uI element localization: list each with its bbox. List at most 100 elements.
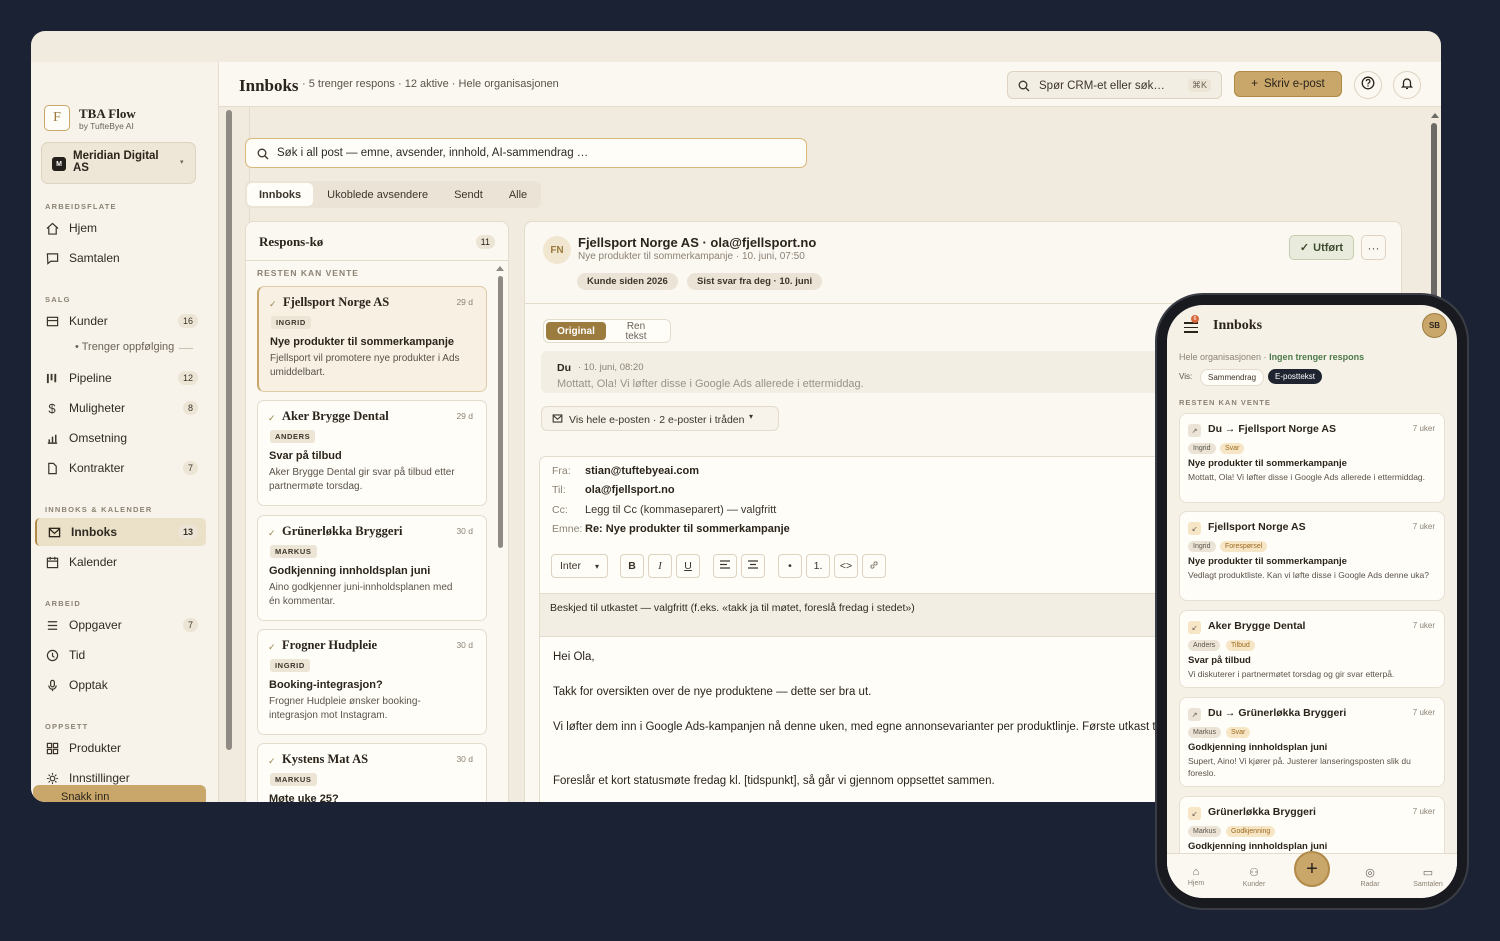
sidebar-item-kunder[interactable]: Kunder 16 [35, 307, 206, 335]
org-initial: M [52, 157, 66, 171]
org-switcher[interactable]: M Meridian Digital AS ▾ [41, 142, 196, 184]
view-emailtext-pill[interactable]: E-posttekst [1268, 369, 1323, 384]
help-button[interactable] [1354, 71, 1382, 99]
show-thread-button[interactable]: Vis hele e-posten · 2 e-poster i tråden … [541, 406, 779, 431]
card-sender: Du → Fjellsport Norge AS [1208, 423, 1336, 435]
align-center-button[interactable] [741, 554, 765, 578]
add-button[interactable]: + [1294, 851, 1330, 887]
queue-card[interactable]: ✓ Frogner Hudpleie 30 d INGRID Booking-i… [257, 629, 487, 735]
sidebar-item-omsetning[interactable]: Omsetning [35, 424, 206, 452]
sidebar-item-opptak[interactable]: Opptak [35, 671, 206, 699]
sidebar-item-label: Samtalen [69, 251, 120, 265]
bullet-list-button[interactable]: • [778, 554, 802, 578]
sidebar-item-label: Kontrakter [69, 461, 125, 475]
nav-radar[interactable]: ◎ Radar [1345, 866, 1395, 888]
more-options-button[interactable]: ··· [1361, 235, 1386, 260]
queue-card[interactable]: ✓ Fjellsport Norge AS 29 d INGRID Nye pr… [257, 286, 487, 392]
align-left-button[interactable] [713, 554, 737, 578]
avatar[interactable]: SB [1422, 313, 1447, 338]
sidebar-item-label: Kunder [69, 314, 108, 328]
queue-card[interactable]: ✓ Kystens Mat AS 30 d MARKUS Møte uke 25… [257, 743, 487, 802]
sidebar-item-produkter[interactable]: Produkter [35, 734, 206, 762]
notifications-button[interactable] [1393, 71, 1421, 99]
phone-card[interactable]: ↙ Fjellsport Norge AS 7 uker Ingrid Fore… [1179, 511, 1445, 601]
owner-tag: Ingrid [1188, 541, 1216, 552]
tab-innboks[interactable]: Innboks [247, 183, 314, 206]
queue-card[interactable]: ✓ Aker Brygge Dental 29 d ANDERS Svar på… [257, 400, 487, 506]
scroll-thumb[interactable] [226, 110, 232, 750]
sidebar-item-label: Kalender [69, 555, 118, 569]
card-subject: Møte uke 25? [269, 793, 339, 802]
card-preview: Fjellsport vil promotere nye produkter i… [270, 353, 460, 378]
app-name: TBA Flow [79, 106, 136, 121]
section-label: ARBEID [45, 599, 81, 608]
talk-button[interactable]: Snakk inn [33, 785, 206, 802]
phone-card[interactable]: ↙ Aker Brygge Dental 7 uker Anders Tilbu… [1179, 610, 1445, 688]
gear-icon [45, 771, 59, 785]
mail-icon [47, 525, 61, 539]
from-field[interactable]: stian@tuftebyeai.com [585, 465, 699, 477]
nav-samtalen[interactable]: ▭ Samtalen [1403, 866, 1453, 888]
sidebar-item-oppgaver[interactable]: Oppgaver 7 [35, 611, 206, 639]
check-icon: ✓ [268, 528, 276, 538]
card-age: 7 uker [1412, 424, 1435, 433]
scroll-up-icon [496, 266, 504, 271]
count-badge: 11 [475, 235, 495, 249]
card-subject: Nye produkter til sommerkampanje [270, 336, 455, 348]
app-subtitle: by TufteBye AI [79, 121, 134, 131]
numbered-list-button[interactable]: 1. [806, 554, 830, 578]
code-button[interactable]: <> [834, 554, 858, 578]
scroll-thumb[interactable] [498, 276, 503, 548]
tab-alle[interactable]: Alle [497, 183, 539, 206]
sidebar-item-tid[interactable]: Tid [35, 641, 206, 669]
toggle-original[interactable]: Original [546, 322, 606, 340]
align-left-icon [720, 560, 730, 572]
cc-field[interactable]: Legg til Cc (kommaseparert) — valgfritt [585, 504, 776, 516]
card-subject: Godkjenning innholdsplan juni [269, 565, 431, 577]
chevron-down-icon: ▾ [594, 561, 599, 571]
to-field[interactable]: ola@fjellsport.no [585, 484, 675, 496]
phone-card[interactable]: ↗ Du → Grünerløkka Bryggeri 7 uker Marku… [1179, 697, 1445, 787]
sidebar-item-label: Muligheter [69, 401, 126, 415]
underline-button[interactable]: U [676, 554, 700, 578]
sidebar-item-kontrakter[interactable]: Kontrakter 7 [35, 454, 206, 482]
nav-kunder[interactable]: ⚇ Kunder [1229, 866, 1279, 888]
card-age: 29 d [456, 297, 473, 307]
sidebar-item-innboks[interactable]: Innboks 13 [35, 518, 206, 546]
bold-button[interactable]: B [620, 554, 644, 578]
type-tag: Godkjenning [1226, 826, 1276, 837]
sidebar-item-hjem[interactable]: Hjem [35, 214, 206, 242]
plus-icon: + [1306, 857, 1318, 880]
sidebar-item-samtalen[interactable]: Samtalen [35, 244, 206, 272]
subject-field[interactable]: Re: Nye produkter til sommerkampanje [585, 523, 790, 535]
tab-ukoblede[interactable]: Ukoblede avsendere [315, 183, 440, 206]
mail-search-input[interactable]: Søk i all post — emne, avsender, innhold… [245, 138, 807, 168]
nav-hjem[interactable]: ⌂ Hjem [1171, 866, 1221, 887]
queue-card[interactable]: ✓ Grünerløkka Bryggeri 30 d MARKUS Godkj… [257, 515, 487, 621]
view-toggle: Original Ren tekst [543, 319, 671, 343]
chevron-down-icon: ▾ [749, 412, 754, 421]
crm-search-input[interactable]: Spør CRM-et eller søk… ⌘K [1007, 71, 1222, 99]
sidebar-item-pipeline[interactable]: Pipeline 12 [35, 364, 206, 392]
card-subject: Nye produkter til sommerkampanje [1188, 556, 1347, 567]
italic-icon: I [658, 560, 662, 572]
phone-org-status: Hele organisasjonen · Ingen trenger resp… [1179, 352, 1364, 362]
phone-card[interactable]: ↗ Du → Fjellsport Norge AS 7 uker Ingrid… [1179, 413, 1445, 503]
view-label: Vis: [1179, 372, 1193, 381]
queue-scrollbar[interactable] [496, 264, 504, 802]
owner-tag: Anders [1188, 640, 1221, 651]
sidebar-item-muligheter[interactable]: $ Muligheter 8 [35, 394, 206, 422]
sidebar-item-kalender[interactable]: Kalender [35, 548, 206, 576]
done-button[interactable]: ✓ Utført [1289, 235, 1354, 260]
card-sender: Fjellsport Norge AS [283, 295, 390, 309]
card-preview: Aino godkjenner juni-innholdsplanen med … [269, 582, 453, 607]
tab-sendt[interactable]: Sendt [442, 183, 495, 206]
italic-button[interactable]: I [648, 554, 672, 578]
link-button[interactable] [862, 554, 886, 578]
card-sender: Grünerløkka Bryggeri [1208, 806, 1316, 818]
toggle-plain-text[interactable]: Ren tekst [616, 322, 656, 342]
font-select[interactable]: Inter ▾ [551, 554, 608, 578]
view-summary-pill[interactable]: Sammendrag [1200, 369, 1265, 386]
compose-email-button[interactable]: + Skriv e-post [1234, 71, 1342, 97]
sidebar-subitem-oppfolging[interactable]: • Trenger oppfølging [75, 341, 194, 353]
